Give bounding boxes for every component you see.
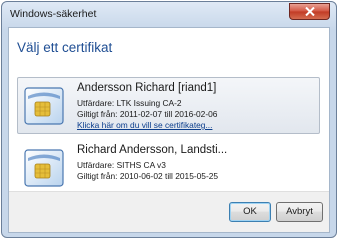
certificate-name: Andersson Richard [riand1] [77, 82, 217, 94]
certificate-card-icon [24, 149, 64, 187]
certificate-issuer: Utfärdare: SITHS CA v3 [77, 160, 166, 170]
certificate-name: Richard Andersson, Landsti... [77, 144, 228, 156]
security-dialog-window: Windows-säkerhet Välj ett certifikat And… [1, 1, 337, 238]
button-bar: OK Avbryt [9, 191, 329, 232]
certificate-card-icon [24, 87, 64, 125]
dialog-heading: Välj ett certifikat [17, 40, 113, 55]
cancel-button[interactable]: Avbryt [276, 202, 323, 222]
certificate-item-riand1[interactable]: Andersson Richard [riand1] Utfärdare: LT… [17, 77, 320, 134]
certificate-validity: Giltigt från: 2011-02-07 till 2016-02-06 [77, 109, 218, 119]
certificate-validity: Giltigt från: 2010-06-02 till 2015-05-25 [77, 171, 219, 181]
title-bar: Windows-säkerhet [2, 2, 336, 26]
close-button[interactable] [289, 3, 330, 20]
window-title: Windows-säkerhet [10, 8, 97, 20]
ok-button[interactable]: OK [229, 202, 271, 222]
view-certificate-link[interactable]: Klicka här om du vill se certifikateg... [77, 120, 212, 130]
certificate-issuer: Utfärdare: LTK Issuing CA-2 [77, 98, 182, 108]
certificate-item-landsting[interactable]: Richard Andersson, Landsti... Utfärdare:… [17, 139, 320, 195]
dialog-content: Välj ett certifikat Andersson Richard [r… [8, 27, 330, 233]
close-x-icon [305, 7, 315, 16]
